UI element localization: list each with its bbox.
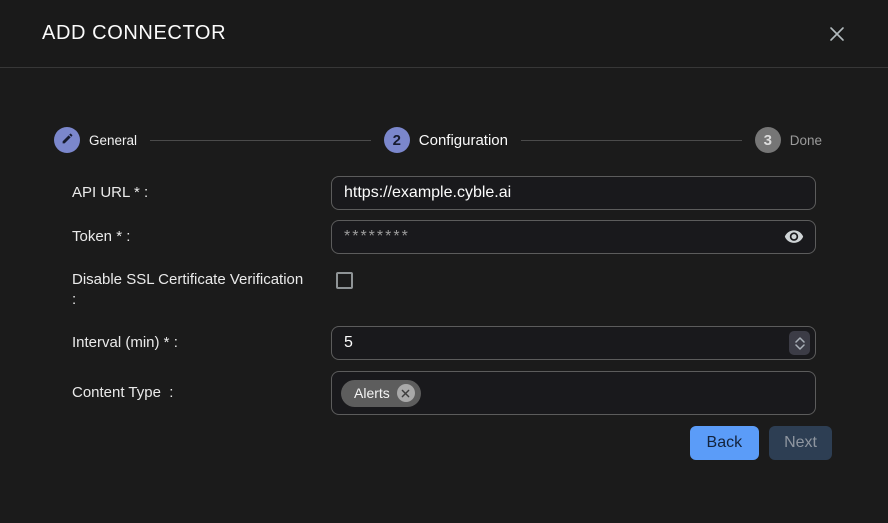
toggle-token-visibility-button[interactable] (782, 228, 806, 246)
page-title: ADD CONNECTOR (42, 22, 226, 45)
dialog-header: ADD CONNECTOR (0, 0, 888, 68)
chevron-up-icon[interactable] (795, 337, 805, 343)
interval-input[interactable] (331, 326, 816, 360)
step-done[interactable]: 3 Done (755, 127, 822, 153)
interval-row: Interval (min) * : (72, 326, 816, 360)
dialog-footer: Back Next (0, 426, 832, 460)
content-type-label: Content Type : (72, 383, 331, 403)
chevron-down-icon[interactable] (795, 344, 805, 350)
chip-label: Alerts (354, 385, 390, 401)
step-configuration-label: Configuration (419, 132, 508, 149)
step-general-indicator (54, 127, 80, 153)
interval-label: Interval (min) * : (72, 333, 331, 353)
wizard-stepper: General 2 Configuration 3 Done (54, 127, 822, 153)
back-button[interactable]: Back (690, 426, 760, 460)
token-input[interactable] (331, 220, 816, 254)
content-type-input[interactable]: Alerts (331, 371, 816, 415)
step-general[interactable]: General (54, 127, 137, 153)
interval-stepper[interactable] (789, 331, 810, 355)
eye-icon (784, 232, 804, 247)
api-url-label: API URL * : (72, 183, 331, 203)
close-button[interactable] (824, 21, 850, 47)
pencil-icon (61, 132, 74, 149)
ssl-verification-checkbox[interactable] (336, 272, 353, 289)
ssl-verification-row: Disable SSL Certificate Verification : (72, 270, 816, 310)
ssl-verification-label: Disable SSL Certificate Verification : (72, 270, 331, 310)
next-button[interactable]: Next (769, 426, 832, 460)
step-configuration[interactable]: 2 Configuration (384, 127, 508, 153)
step-configuration-indicator: 2 (384, 127, 410, 153)
api-url-input[interactable] (331, 176, 816, 210)
token-label: Token * : (72, 227, 331, 247)
stepper-connector (150, 140, 371, 141)
api-url-row: API URL * : (72, 176, 816, 210)
add-connector-dialog: ADD CONNECTOR General 2 Confi (0, 0, 888, 523)
token-row: Token * : (72, 220, 816, 254)
stepper-connector (521, 140, 742, 141)
configuration-form: API URL * : Token * : Disable SSL Certi (72, 176, 816, 415)
close-icon (827, 24, 847, 44)
step-done-indicator: 3 (755, 127, 781, 153)
content-type-row: Content Type : Alerts (72, 371, 816, 415)
content-type-chip: Alerts (341, 380, 421, 407)
remove-tag-button[interactable] (397, 384, 415, 402)
step-general-label: General (89, 133, 137, 148)
step-done-label: Done (790, 133, 822, 148)
close-icon (401, 389, 410, 398)
